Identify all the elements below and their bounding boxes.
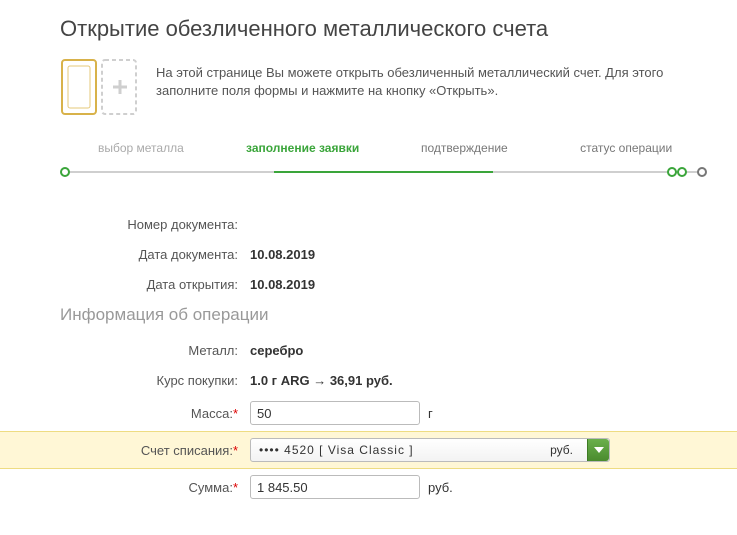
info-block: На этой странице Вы можете открыть обезл… — [60, 58, 707, 119]
row-metal: Металл: серебро — [60, 335, 707, 365]
label-doc-number: Номер документа: — [60, 217, 250, 232]
step-3: подтверждение — [384, 141, 546, 155]
row-open-date: Дата открытия: 10.08.2019 — [60, 269, 707, 299]
step-dot-2b — [677, 167, 687, 177]
label-rate: Курс покупки: — [60, 373, 250, 388]
label-doc-date: Дата документа: — [60, 247, 250, 262]
label-open-date: Дата открытия: — [60, 277, 250, 292]
required-mark: * — [233, 480, 238, 495]
amount-unit: руб. — [428, 480, 453, 495]
row-mass: Масса:* г — [60, 395, 707, 431]
progress-stepper: выбор металла заполнение заявки подтверж… — [60, 141, 707, 181]
chevron-down-icon — [587, 439, 609, 461]
section-title: Информация об операции — [60, 305, 707, 325]
label-metal: Металл: — [60, 343, 250, 358]
step-1: выбор металла — [60, 141, 222, 155]
required-mark: * — [233, 443, 238, 458]
required-mark: * — [233, 406, 238, 421]
mass-unit: г — [428, 406, 433, 421]
row-amount: Сумма:* руб. — [60, 469, 707, 505]
label-mass: Масса: — [191, 406, 233, 421]
debit-account-select[interactable]: •••• 4520 [ Visa Classic ] руб. — [250, 438, 610, 462]
row-debit-account: Счет списания:* •••• 4520 [ Visa Classic… — [0, 431, 737, 469]
value-doc-date: 10.08.2019 — [250, 247, 315, 262]
page-title: Открытие обезличенного металлического сч… — [60, 16, 707, 42]
label-debit-account: Счет списания: — [141, 443, 233, 458]
row-rate: Курс покупки: 1.0 г ARG → 36,91 руб. — [60, 365, 707, 395]
step-dot-1 — [60, 167, 70, 177]
mass-input[interactable] — [250, 401, 420, 425]
amount-input[interactable] — [250, 475, 420, 499]
debit-account-selected: •••• 4520 [ Visa Classic ] — [259, 443, 414, 457]
value-rate: 1.0 г ARG → 36,91 руб. — [250, 373, 393, 388]
row-doc-date: Дата документа: 10.08.2019 — [60, 239, 707, 269]
step-2: заполнение заявки — [222, 141, 384, 155]
value-open-date: 10.08.2019 — [250, 277, 315, 292]
row-doc-number: Номер документа: — [60, 209, 707, 239]
step-4: статус операции — [545, 141, 707, 155]
step-dot-4 — [697, 167, 707, 177]
debit-account-ccy: руб. — [550, 443, 573, 457]
new-account-icon — [60, 58, 138, 119]
info-text: На этой странице Вы можете открыть обезл… — [156, 58, 707, 100]
label-amount: Сумма: — [188, 480, 232, 495]
value-metal: серебро — [250, 343, 303, 358]
step-dot-2a — [667, 167, 677, 177]
